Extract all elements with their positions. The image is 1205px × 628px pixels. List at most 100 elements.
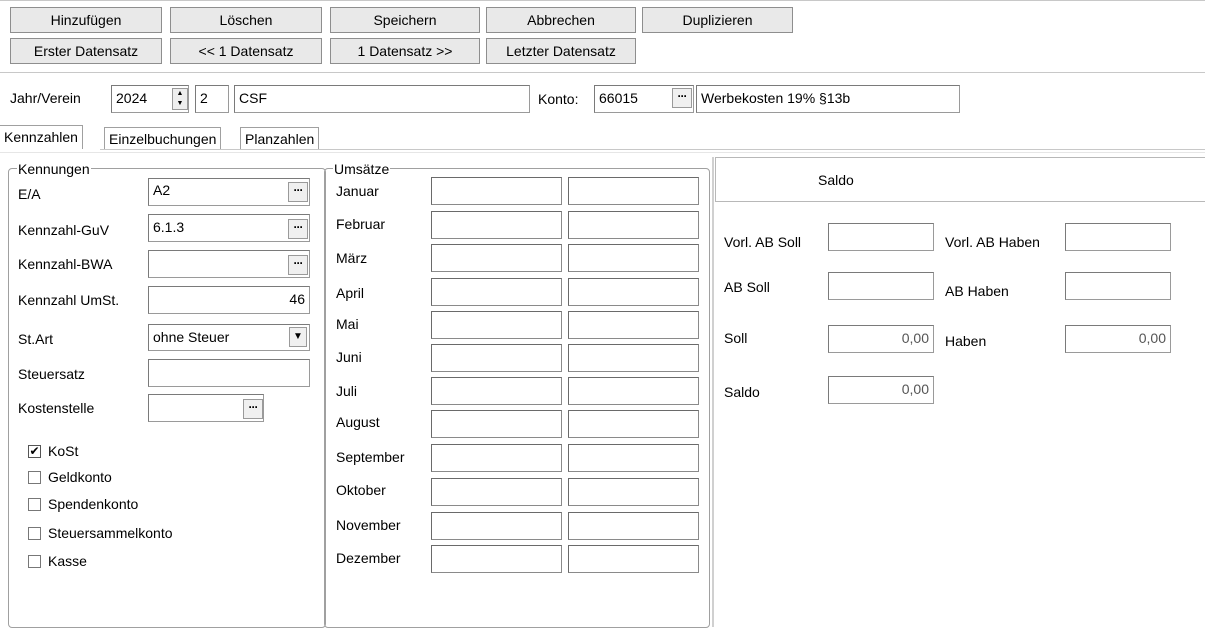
haben-field: 0,00 [1065,325,1171,353]
steuersammelkonto-checkbox[interactable] [28,527,41,540]
speichern-button[interactable]: Speichern [330,7,480,33]
month-soll-field[interactable] [431,410,562,438]
month-soll-field[interactable] [431,177,562,205]
soll-label: Soll [724,330,748,346]
tab-einzelbuchungen[interactable]: Einzelbuchungen [104,127,222,149]
ea-label: E/A [18,186,41,202]
month-haben-field[interactable] [568,512,699,540]
konto-label: Konto: [538,91,579,107]
month-soll-field[interactable] [431,244,562,272]
ab-haben-field[interactable] [1065,272,1171,300]
month-haben-field[interactable] [568,377,699,405]
ab-soll-field[interactable] [828,272,934,300]
month-label: März [336,250,368,266]
next-datensatz-button[interactable]: 1 Datensatz >> [330,38,480,64]
spendenkonto-label: Spendenkonto [48,496,139,512]
kennungen-title: Kennungen [17,161,91,177]
month-label: Oktober [336,482,386,498]
month-haben-field[interactable] [568,344,699,372]
verein-input[interactable]: 2 [195,85,229,113]
tab-planzahlen[interactable]: Planzahlen [240,127,320,149]
umsaetze-title: Umsätze [333,161,391,177]
ust-label: Kennzahl UmSt. [18,292,120,308]
loeschen-button[interactable]: Löschen [170,7,322,33]
soll-field: 0,00 [828,325,934,353]
prev-datensatz-button[interactable]: << 1 Datensatz [170,38,322,64]
hinzufuegen-button[interactable]: Hinzufügen [10,7,162,33]
month-label: Mai [336,316,359,332]
guv-lookup-button[interactable]: ··· [288,219,308,239]
ust-input[interactable]: 46 [148,286,310,314]
erster-datensatz-button[interactable]: Erster Datensatz [10,38,162,64]
konto-lookup-button[interactable]: ··· [672,88,692,108]
month-label: August [336,414,380,430]
month-soll-field[interactable] [431,311,562,339]
month-label: April [336,285,365,301]
konto-name-field: Werbekosten 19% §13b [696,85,960,113]
kasse-label: Kasse [48,553,87,569]
month-haben-field[interactable] [568,278,699,306]
guv-input[interactable]: 6.1.3 [148,214,310,242]
month-soll-field[interactable] [431,444,562,472]
letzter-datensatz-button[interactable]: Letzter Datensatz [486,38,636,64]
steuersammelkonto-label: Steuersammelkonto [48,525,173,541]
bwa-lookup-button[interactable]: ··· [288,255,308,275]
spendenkonto-checkbox[interactable] [28,498,41,511]
month-label: Januar [336,183,379,199]
month-haben-field[interactable] [568,244,699,272]
tab-kennzahlen[interactable]: Kennzahlen [0,125,83,149]
duplizieren-button[interactable]: Duplizieren [642,7,793,33]
bwa-input[interactable] [148,250,310,278]
month-haben-field[interactable] [568,311,699,339]
ab-soll-label: AB Soll [724,279,770,295]
month-soll-field[interactable] [431,344,562,372]
saldo-field: 0,00 [828,376,934,404]
month-haben-field[interactable] [568,545,699,573]
month-haben-field[interactable] [568,211,699,239]
geldkonto-label: Geldkonto [48,469,112,485]
month-label: September [336,449,405,465]
top-border [0,0,1205,1]
ea-input[interactable]: A2 [148,178,310,206]
jahr-spinner[interactable]: ▲ ▼ [172,88,188,110]
kostenstelle-lookup-button[interactable]: ··· [243,399,263,419]
saldo-header: Saldo [818,172,854,188]
month-soll-field[interactable] [431,512,562,540]
verein-name-field[interactable]: CSF [234,85,530,113]
steuersatz-input[interactable] [148,359,310,387]
geldkonto-checkbox[interactable] [28,471,41,484]
month-soll-field[interactable] [431,278,562,306]
saldo-header-box [715,157,1205,202]
panel-divider [712,157,714,627]
kost-checkbox[interactable]: ✔ [28,445,41,458]
chevron-down-icon[interactable]: ▼ [289,327,307,347]
month-haben-field[interactable] [568,410,699,438]
haben-label: Haben [945,333,987,349]
tab-panel-top [0,152,1205,153]
steuersatz-label: Steuersatz [18,366,85,382]
month-soll-field[interactable] [431,545,562,573]
month-soll-field[interactable] [431,377,562,405]
vorl-ab-haben-field[interactable] [1065,223,1171,251]
start-select[interactable]: ohne Steuer [148,324,310,351]
vorl-ab-soll-field[interactable] [828,223,934,251]
vorl-ab-soll-label: Vorl. AB Soll [724,234,802,250]
jahr-verein-label: Jahr/Verein [10,90,81,106]
month-haben-field[interactable] [568,444,699,472]
month-haben-field[interactable] [568,177,699,205]
ea-lookup-button[interactable]: ··· [288,182,308,202]
kasse-checkbox[interactable] [28,555,41,568]
abbrechen-button[interactable]: Abbrechen [486,7,636,33]
month-soll-field[interactable] [431,211,562,239]
spin-up-icon[interactable]: ▲ [173,89,187,99]
month-label: Dezember [336,550,401,566]
vorl-ab-haben-label: Vorl. AB Haben [945,234,1040,250]
start-label: St.Art [18,331,54,347]
tab-strip-line [100,149,1205,150]
month-label: November [336,517,401,533]
spin-down-icon[interactable]: ▼ [173,99,187,109]
month-soll-field[interactable] [431,478,562,506]
saldo-label: Saldo [724,384,760,400]
guv-label: Kennzahl-GuV [18,222,110,238]
month-haben-field[interactable] [568,478,699,506]
